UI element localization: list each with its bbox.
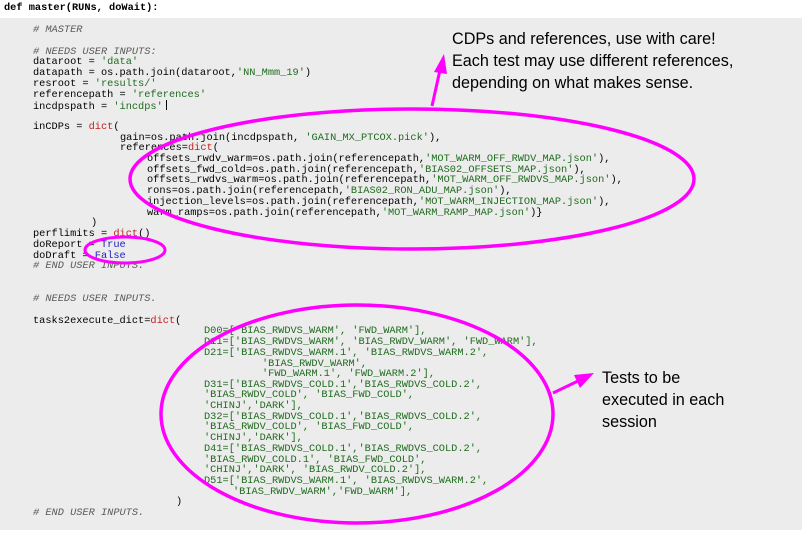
cdps-arrow-head <box>434 54 447 74</box>
tasks-ellipse <box>159 303 555 525</box>
tests-arrow-head <box>574 373 594 388</box>
cdps-arrow-line <box>430 69 442 107</box>
tests-annotation: Tests to be executed in each session <box>602 369 725 431</box>
tests-arrow-line <box>552 379 579 395</box>
dodraft-ellipse <box>83 235 167 265</box>
cdps-annotation: CDPs and references, use with care! Each… <box>452 30 734 92</box>
references-ellipse <box>128 107 696 251</box>
